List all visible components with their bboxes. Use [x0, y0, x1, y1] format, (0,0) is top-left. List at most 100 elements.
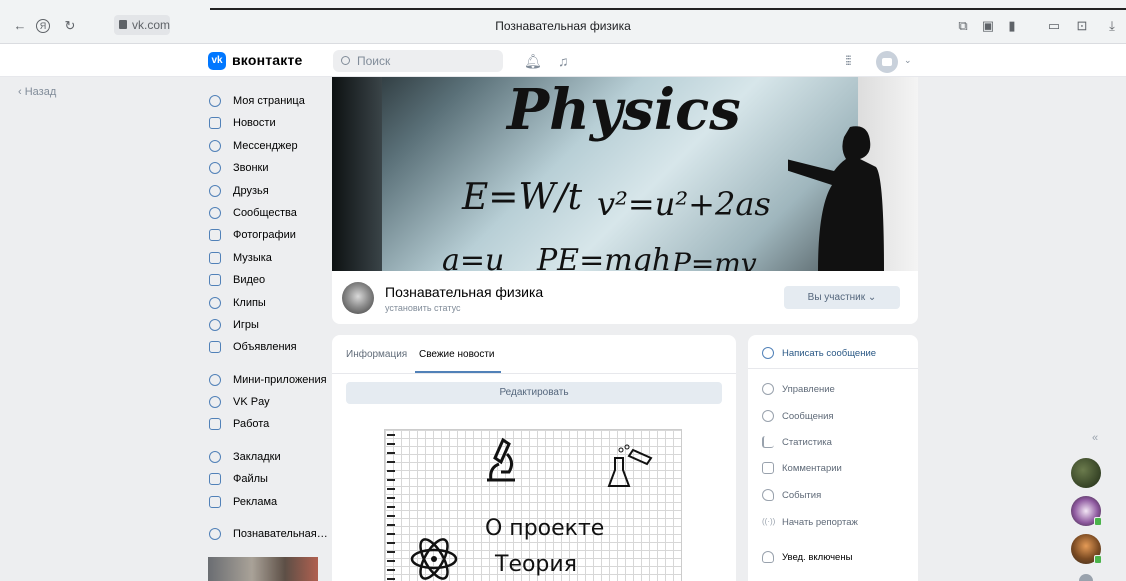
tab-latest-news[interactable]: Свежие новости — [419, 349, 495, 360]
user-icon — [209, 95, 221, 107]
bell-icon[interactable]: 🔔︎ — [524, 53, 542, 70]
nav-label: Клипы — [233, 296, 266, 309]
community-avatar[interactable] — [342, 282, 374, 314]
friends-icon — [209, 184, 221, 197]
online-indicator — [1094, 517, 1102, 526]
protect-icon[interactable]: ▣ — [980, 18, 996, 34]
gamepad-icon — [209, 318, 221, 331]
nav-bookmarks[interactable]: Закладки — [208, 446, 328, 468]
briefcase-icon — [209, 418, 221, 431]
bell-icon — [762, 551, 774, 563]
nav-friends[interactable]: Друзья — [208, 180, 328, 202]
search-input[interactable]: Поиск — [333, 50, 503, 72]
nav-messenger[interactable]: Мессенджер — [208, 135, 328, 157]
side-item-label: Сообщения — [782, 411, 834, 422]
nav-ads-classifieds[interactable]: Объявления — [208, 336, 328, 358]
nav-work[interactable]: Работа — [208, 413, 328, 435]
chevron-down-icon[interactable]: ⌄ — [904, 55, 912, 66]
nav-label: VK Pay — [233, 396, 270, 409]
edit-button[interactable]: Редактировать — [346, 382, 722, 404]
post-line-about: О проекте — [485, 516, 605, 541]
write-message-button[interactable]: Написать сообщение — [762, 347, 877, 359]
comment-icon — [762, 462, 774, 474]
translate-icon[interactable]: ⧉ — [955, 18, 971, 34]
extensions-icon[interactable]: ⊡ — [1074, 18, 1090, 34]
message-icon — [209, 139, 221, 152]
nav-vk-pay[interactable]: VK Pay — [208, 391, 328, 413]
side-item-label: Статистика — [782, 437, 832, 448]
nav-label: Реклама — [233, 495, 278, 508]
side-item-messages[interactable]: Сообщения — [762, 410, 834, 422]
post-line-theory: Теория — [495, 552, 577, 577]
side-item-statistics[interactable]: Статистика — [762, 436, 832, 448]
vk-logo-text[interactable]: вконтакте — [232, 52, 303, 68]
file-icon — [209, 473, 221, 486]
photo-icon — [209, 229, 221, 242]
side-item-events[interactable]: События — [762, 489, 821, 501]
nav-separator — [208, 513, 328, 523]
community-cover[interactable]: Physics E=W/t v²=u²+2as a=u PE=mgh P=mv — [332, 77, 918, 271]
back-link[interactable]: ‹ Назад — [18, 86, 56, 98]
chat-avatar[interactable] — [1071, 534, 1102, 564]
nav-music[interactable]: Музыка — [208, 247, 328, 269]
cover-frame — [332, 77, 382, 271]
side-item-start-broadcast[interactable]: ((·)) Начать репортаж — [762, 517, 858, 528]
side-item-label: Комментарии — [782, 463, 842, 474]
user-avatar[interactable] — [876, 51, 898, 73]
chat-avatar[interactable] — [1071, 458, 1101, 488]
vk-logo-icon[interactable]: vk — [208, 52, 226, 70]
atom-icon — [410, 538, 458, 580]
nav-label: Познавательная ... — [233, 528, 328, 541]
post-image[interactable]: О проекте Теория — [384, 429, 682, 581]
cover-formula: PE=mgh — [537, 243, 672, 271]
nav-communities[interactable]: Сообщества — [208, 202, 328, 224]
download-icon[interactable]: ⤓ — [1104, 18, 1120, 34]
message-icon — [762, 410, 774, 422]
megaphone-icon — [209, 495, 221, 508]
nav-games[interactable]: Игры — [208, 314, 328, 336]
nav-label: Музыка — [233, 251, 272, 264]
back-label: Назад — [24, 86, 57, 98]
message-icon — [762, 347, 774, 359]
nav-mini-apps[interactable]: Мини-приложения — [208, 369, 328, 391]
main-content-card: Информация Свежие новости Редактировать … — [332, 335, 736, 581]
set-status-link[interactable]: установить статус — [385, 303, 460, 313]
side-item-label: Написать сообщение — [782, 348, 877, 359]
side-item-comments[interactable]: Комментарии — [762, 462, 842, 474]
nav-calls[interactable]: Звонки — [208, 157, 328, 179]
bookmark-icon[interactable]: ▮ — [1004, 18, 1020, 34]
phone-icon — [209, 162, 221, 175]
flask-icon — [607, 444, 653, 487]
microscope-icon — [487, 437, 515, 482]
gear-icon — [762, 383, 774, 395]
nav-label: Фотографии — [233, 229, 296, 242]
member-button[interactable]: Вы участник ⌄ — [784, 286, 900, 309]
side-item-notifications[interactable]: Увед. включены — [762, 551, 852, 563]
left-nav: Моя страница Новости Мессенджер Звонки Д… — [208, 90, 328, 545]
chat-more-indicator[interactable] — [1079, 574, 1093, 581]
nav-my-page[interactable]: Моя страница — [208, 90, 328, 112]
nav-promo-image[interactable] — [208, 557, 318, 581]
nav-files[interactable]: Файлы — [208, 468, 328, 490]
nav-video[interactable]: Видео — [208, 269, 328, 291]
nav-photos[interactable]: Фотографии — [208, 224, 328, 246]
nav-clips[interactable]: Клипы — [208, 292, 328, 314]
nav-news[interactable]: Новости — [208, 112, 328, 134]
collapse-chats-icon[interactable]: « — [1092, 432, 1098, 444]
side-item-manage[interactable]: Управление — [762, 383, 835, 395]
cover-formula: P=mv — [672, 247, 757, 271]
video-icon — [209, 274, 221, 287]
tab-information[interactable]: Информация — [346, 349, 407, 360]
chat-avatar[interactable] — [1071, 496, 1102, 526]
music-icon[interactable]: ♫ — [558, 53, 569, 69]
apps-grid-icon[interactable]: ⁞⁞⁞ — [845, 53, 852, 68]
communities-icon — [209, 206, 221, 219]
side-divider — [748, 368, 918, 369]
nav-label: Новости — [233, 117, 276, 130]
nav-label: Моя страница — [233, 95, 305, 107]
nav-advertising[interactable]: Реклама — [208, 491, 328, 513]
cover-formula: a=u — [442, 243, 505, 271]
nav-label: Сообщества — [233, 206, 297, 219]
nav-label: Файлы — [233, 473, 268, 486]
nav-community-shortcut[interactable]: Познавательная ... — [208, 523, 328, 545]
